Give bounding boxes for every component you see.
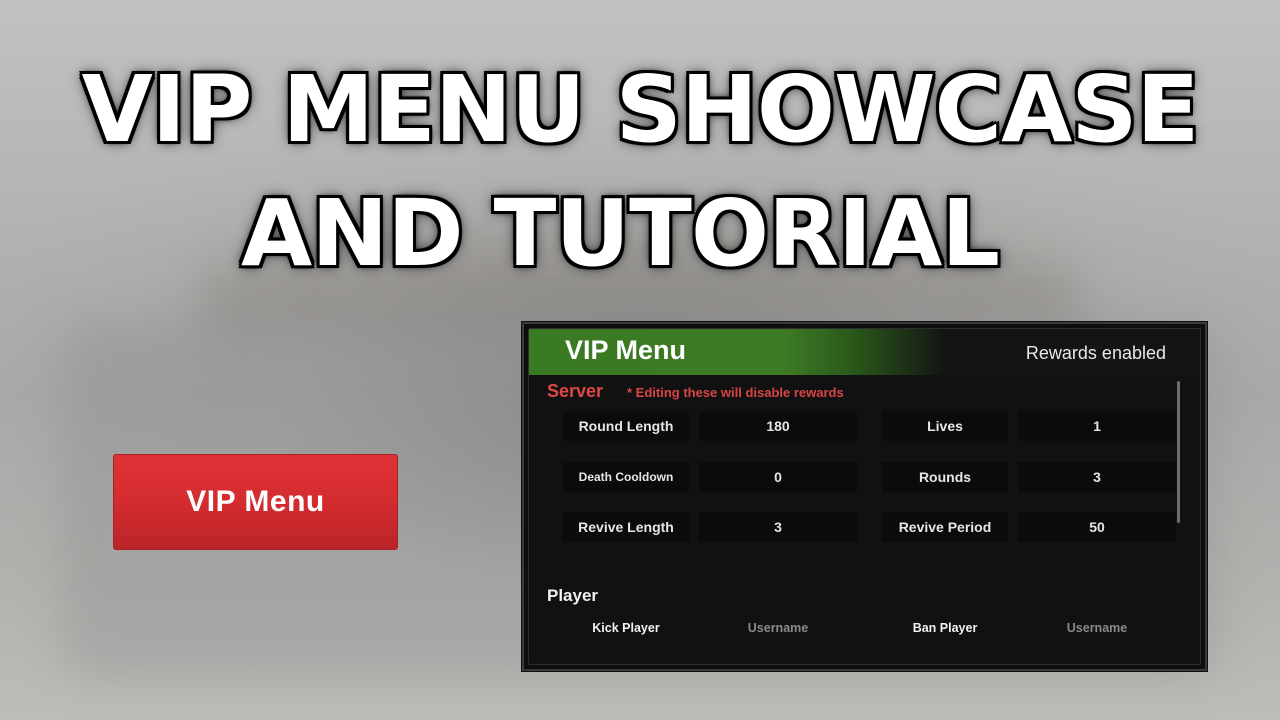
server-section-heading: Server [547,381,604,401]
ban-player-button[interactable]: Ban Player [882,616,1008,640]
setting-input-rounds[interactable]: 3 [1018,462,1176,492]
player-section-heading: Player [547,586,599,605]
thumbnail-title-line1: VIP MENU SHOWCASE [81,56,1200,163]
rewards-status: Rewards enabled [1025,343,1166,363]
setting-label-round-length: Round Length [563,411,689,441]
setting-input-revive-length[interactable]: 3 [699,512,857,542]
setting-input-lives[interactable]: 1 [1018,411,1176,441]
kick-username-input[interactable] [699,616,857,640]
vip-menu-header: VIP Menu Rewards enabled [529,329,1200,375]
vip-menu-content: VIP Menu Rewards enabled Server * Editin… [528,328,1201,665]
setting-label-lives: Lives [882,411,1008,441]
setting-label-revive-period: Revive Period [882,512,1008,542]
server-warning-text: * Editing these will disable rewards [627,385,844,400]
thumbnail-title-line2: AND TUTORIAL [241,180,1000,287]
ban-username-input[interactable] [1018,616,1176,640]
setting-label-revive-length: Revive Length [563,512,689,542]
kick-player-button[interactable]: Kick Player [563,616,689,640]
setting-input-death-cooldown[interactable]: 0 [699,462,857,492]
setting-input-revive-period[interactable]: 50 [1018,512,1176,542]
server-settings-scrollbar[interactable] [1177,381,1180,523]
setting-input-round-length[interactable]: 180 [699,411,857,441]
vip-menu-title: VIP Menu [565,335,687,365]
setting-label-rounds: Rounds [882,462,1008,492]
vip-menu-panel: VIP Menu Rewards enabled Server * Editin… [522,322,1207,671]
open-vip-menu-button[interactable]: VIP Menu [113,454,398,550]
setting-label-death-cooldown: Death Cooldown [563,462,689,492]
